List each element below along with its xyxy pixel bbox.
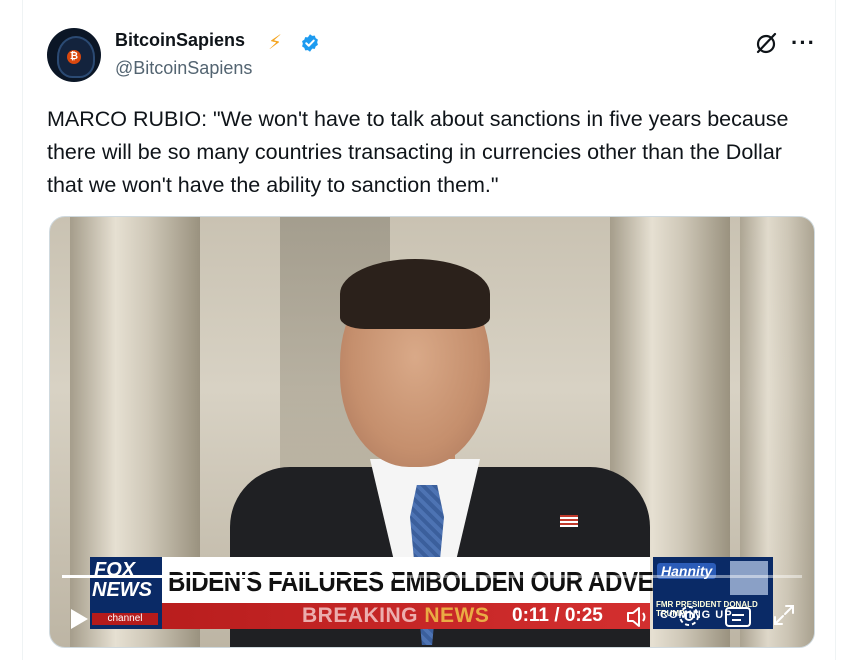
promo-photo (730, 561, 768, 595)
breaking-news-label: BREAKING NEWS (302, 604, 489, 628)
captions-icon[interactable] (724, 606, 752, 628)
post-card: ₿ BitcoinSapiens ⚡ @BitcoinSapiens ··· M… (22, 0, 836, 660)
play-icon[interactable] (68, 607, 90, 631)
video-player[interactable]: BIDEN'S FAILURES EMBOLDEN OUR ADVERSARIE… (49, 216, 815, 648)
volume-icon[interactable] (624, 603, 652, 631)
flag-pin (560, 515, 578, 527)
lightning-icon: ⚡ (268, 32, 283, 54)
bitcoin-icon: ₿ (67, 50, 81, 64)
current-time: 0:11 (512, 605, 549, 626)
duration: 0:25 (564, 605, 603, 626)
channel-logo-text: channel (92, 613, 158, 625)
more-options-button[interactable]: ··· (791, 30, 816, 56)
author-name[interactable]: BitcoinSapiens (115, 30, 245, 51)
time-separator: / (548, 605, 565, 626)
verified-badge-icon[interactable] (300, 33, 320, 53)
progress-handle[interactable] (382, 571, 394, 582)
author-handle[interactable]: @BitcoinSapiens (115, 58, 252, 79)
grok-icon[interactable] (753, 30, 779, 56)
post-text: MARCO RUBIO: "We won't have to talk abou… (47, 107, 789, 197)
progress-fill (62, 575, 388, 578)
news-word: NEWS (424, 604, 490, 627)
news-logo-text: NEWS (92, 579, 152, 601)
video-timecode: 0:11 / 0:25 (512, 605, 603, 627)
avatar[interactable]: ₿ (47, 28, 101, 82)
hair (340, 259, 490, 329)
breaking-word: BREAKING (302, 604, 419, 627)
fullscreen-icon[interactable] (772, 603, 796, 627)
settings-gear-icon[interactable] (676, 603, 702, 629)
